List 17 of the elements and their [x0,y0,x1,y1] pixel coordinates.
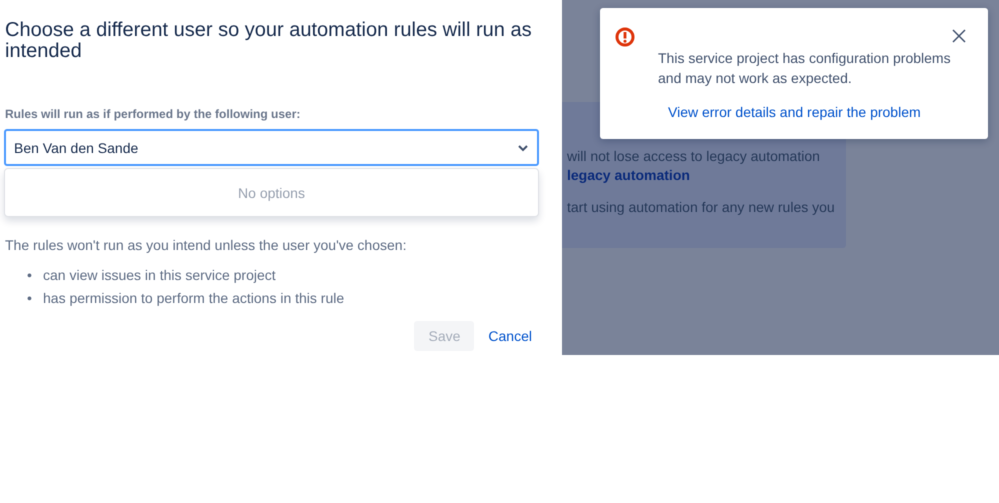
help-text: The rules won't run as you intend unless the user you've chosen: [5,237,408,253]
dropdown-menu: No options [4,168,539,217]
bullet: • [27,267,33,284]
user-select[interactable]: Ben Van den Sande [4,129,539,166]
list-item: has permission to perform the actions in this rule [43,290,344,307]
cancel-button[interactable]: Cancel [482,321,538,351]
flag-message: This service project has configuration problems and may not work as expected. [658,49,952,88]
error-icon [615,27,635,47]
text-line: tart using automation for any new rules you [567,198,836,217]
chevron-down-icon [517,144,529,152]
field-label: Rules will run as if performed by the following user: [5,107,302,121]
bullet: • [27,290,33,307]
dialog-title: Choose a different user so your automation rules will run as intended [4,18,533,62]
error-details-link[interactable]: View error details and repair the problem [668,104,921,120]
close-icon[interactable] [952,29,966,43]
list-item: can view issues in this service project [43,267,276,284]
text-line: will not lose access to legacy automation [567,147,821,166]
